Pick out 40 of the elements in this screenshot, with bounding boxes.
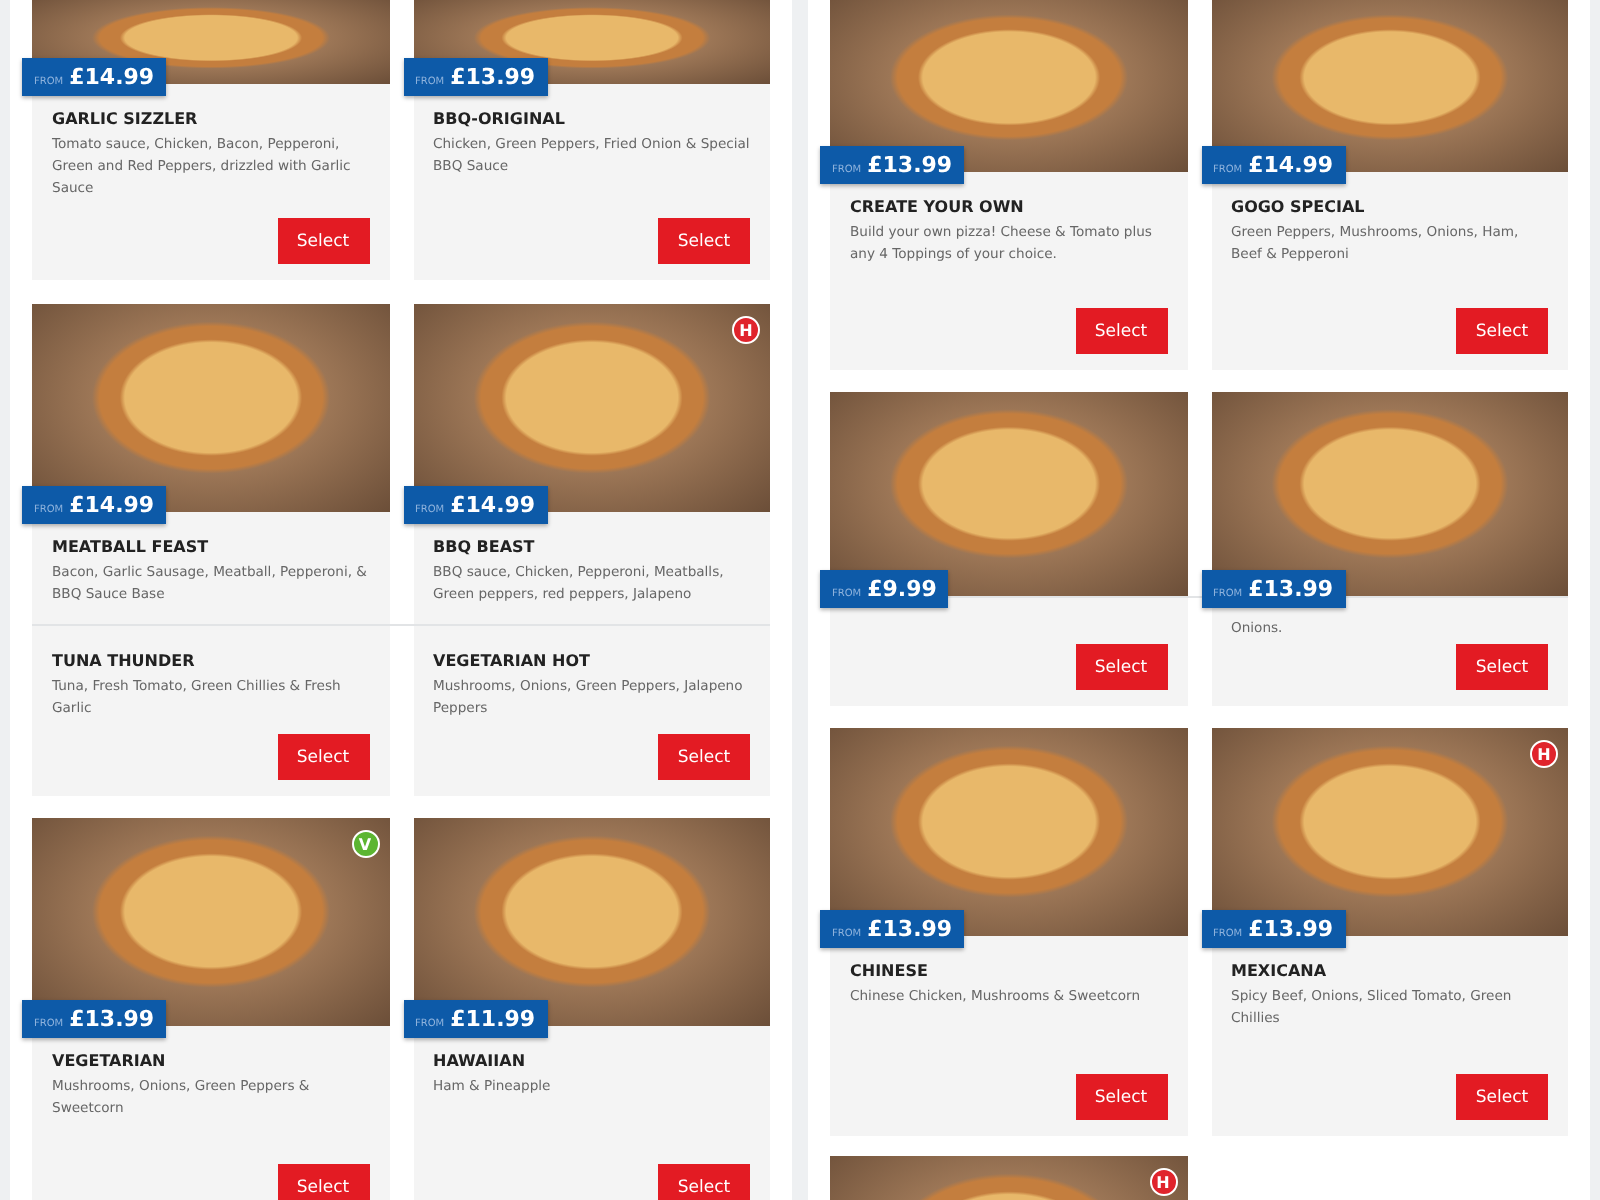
price: £13.99	[867, 152, 953, 178]
price: £13.99	[1248, 576, 1334, 602]
price: £9.99	[867, 576, 937, 602]
pizza-name: TUNA THUNDER	[52, 652, 197, 670]
select-button[interactable]: Select	[658, 734, 750, 780]
pizza-name: BBQ-ORIGINAL	[433, 110, 567, 128]
price: £13.99	[450, 64, 536, 90]
badge: H	[1149, 1168, 1177, 1196]
pizza-name: MEATBALL FEAST	[52, 538, 211, 556]
select-button[interactable]: Select	[658, 1164, 750, 1200]
pizza-name: HAWAIIAN	[433, 1052, 528, 1070]
pizza-name: BBQ BEAST	[433, 538, 537, 556]
select-button[interactable]: Select	[1075, 1074, 1167, 1120]
select-button[interactable]: Select	[1075, 644, 1167, 690]
badge: V	[351, 830, 379, 858]
price: £11.99	[450, 1006, 536, 1032]
pizza-name: CREATE YOUR OWN	[850, 198, 1026, 216]
price: £14.99	[450, 492, 536, 518]
select-button[interactable]: Select	[1456, 308, 1548, 354]
pizza-name: GARLIC SIZZLER	[52, 110, 200, 128]
select-button[interactable]: Select	[277, 1164, 369, 1200]
price: £14.99	[69, 64, 155, 90]
price: £14.99	[69, 492, 155, 518]
pizza-name: GOGO SPECIAL	[1231, 198, 1367, 216]
price: £14.99	[1248, 152, 1334, 178]
price: £13.99	[867, 916, 953, 942]
select-button[interactable]: Select	[1456, 1074, 1548, 1120]
select-button[interactable]: Select	[277, 218, 369, 264]
badge: H	[732, 316, 760, 344]
pizza-name: MEXICANA	[1231, 962, 1329, 980]
badge: H	[1530, 740, 1558, 768]
price: £13.99	[69, 1006, 155, 1032]
select-button[interactable]: Select	[1075, 308, 1167, 354]
pizza-name: VEGETARIAN HOT	[433, 652, 592, 670]
select-button[interactable]: Select	[658, 218, 750, 264]
select-button[interactable]: Select	[277, 734, 369, 780]
select-button[interactable]: Select	[1456, 644, 1548, 690]
pizza-name: CHINESE	[850, 962, 930, 980]
pizza-name: VEGETARIAN	[52, 1052, 168, 1070]
price: £13.99	[1248, 916, 1334, 942]
